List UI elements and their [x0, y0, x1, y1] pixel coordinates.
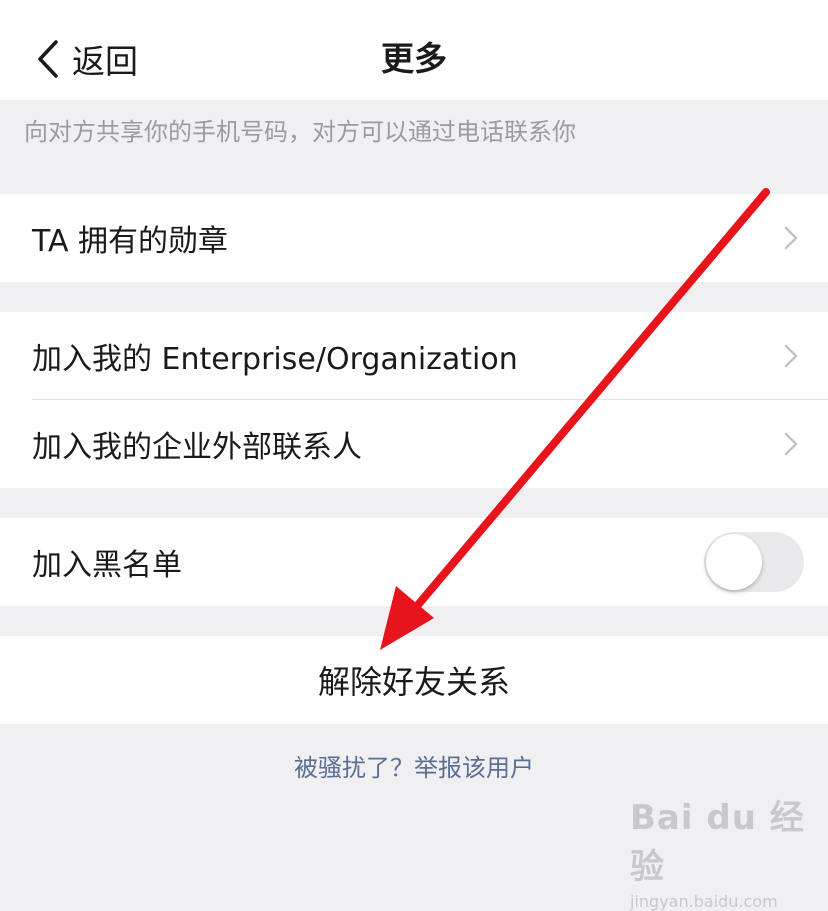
chevron-right-icon	[784, 432, 798, 456]
medals-label: TA 拥有的勋章	[32, 224, 229, 259]
join-external-contacts-label: 加入我的企业外部联系人	[32, 430, 362, 465]
blacklist-toggle[interactable]	[704, 532, 804, 592]
navigation-bar: 返回 更多	[0, 0, 828, 100]
watermark-url: jingyan.baidu.com	[630, 892, 778, 911]
baidu-watermark: Bai du 经验 jingyan.baidu.com	[630, 790, 810, 911]
medals-section: TA 拥有的勋章	[0, 194, 828, 282]
share-phone-hint: 向对方共享你的手机号码，对方可以通过电话联系你	[24, 118, 576, 146]
remove-friend-button[interactable]: 解除好友关系	[0, 636, 828, 724]
report-user-link[interactable]: 被骚扰了？举报该用户	[0, 748, 828, 788]
blacklist-section: 加入黑名单	[0, 518, 828, 606]
blacklist-row: 加入黑名单	[0, 518, 828, 606]
page-title: 更多	[381, 39, 447, 78]
remove-friend-section: 解除好友关系	[0, 636, 828, 724]
toggle-knob	[706, 534, 762, 590]
join-enterprise-row[interactable]: 加入我的 Enterprise/Organization	[0, 312, 828, 400]
watermark-logo: Bai du 经验	[630, 798, 805, 887]
join-section: 加入我的 Enterprise/Organization 加入我的企业外部联系人	[0, 312, 828, 488]
join-enterprise-label: 加入我的 Enterprise/Organization	[32, 342, 518, 377]
chevron-right-icon	[784, 344, 798, 368]
chevron-right-icon	[784, 226, 798, 250]
join-external-contacts-row[interactable]: 加入我的企业外部联系人	[0, 400, 828, 488]
medals-row[interactable]: TA 拥有的勋章	[0, 194, 828, 282]
